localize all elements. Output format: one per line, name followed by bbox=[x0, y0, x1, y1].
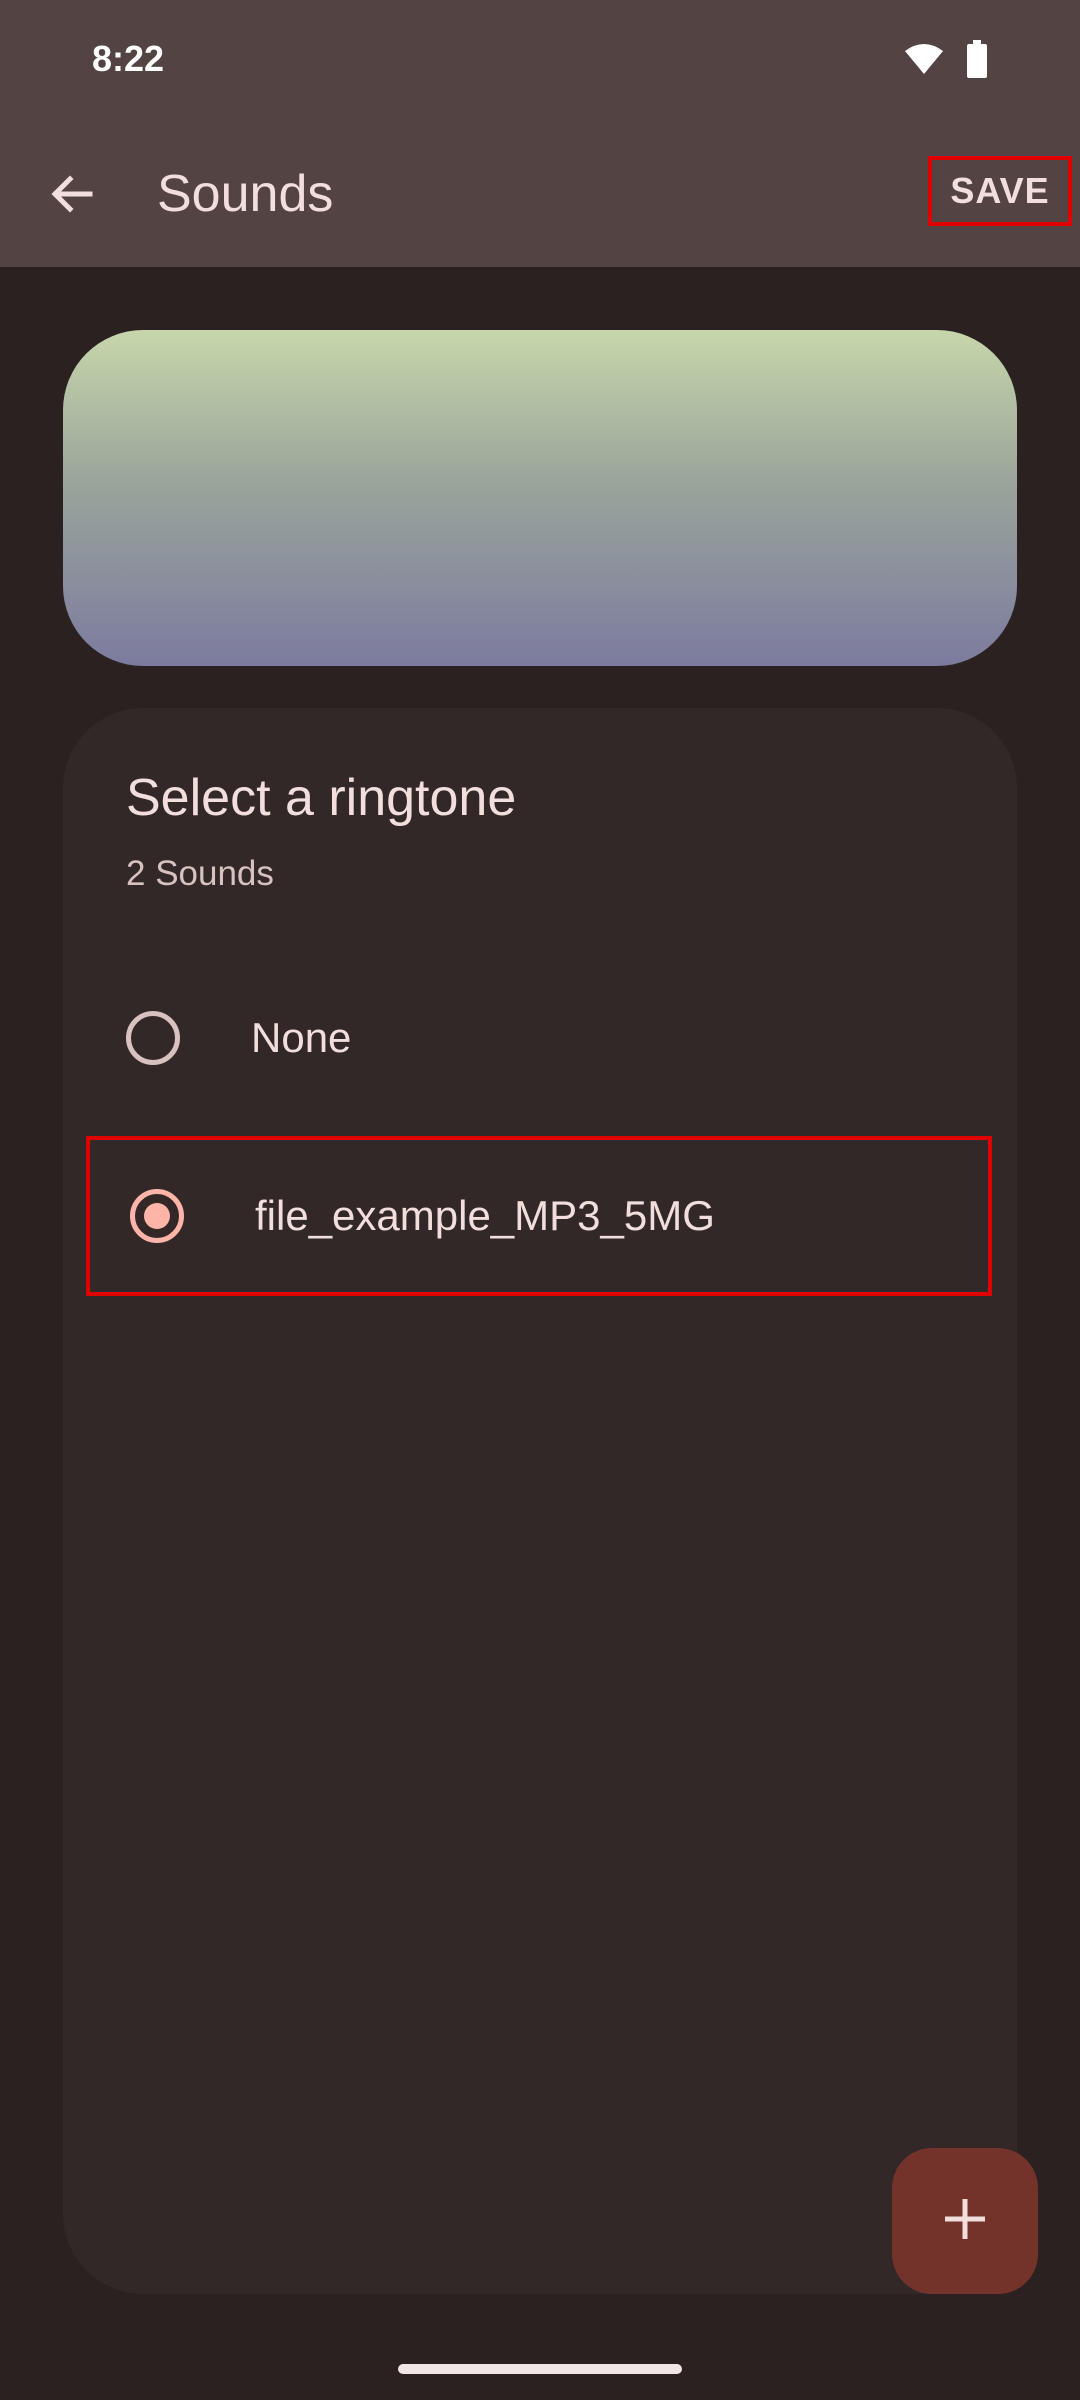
page-title: Sounds bbox=[157, 165, 334, 223]
radio-checked-icon[interactable] bbox=[130, 1189, 184, 1243]
sound-count: 2 Sounds bbox=[126, 854, 274, 893]
ringtone-option-file[interactable]: file_example_MP3_5MG bbox=[86, 1136, 992, 1296]
ringtone-card: Select a ringtone 2 Sounds None file_exa… bbox=[63, 708, 1017, 2294]
arrow-back-icon bbox=[48, 170, 96, 223]
radio-unchecked-icon[interactable] bbox=[126, 1011, 180, 1065]
app-bar: Sounds SAVE bbox=[0, 122, 1080, 267]
add-sound-button[interactable] bbox=[892, 2148, 1038, 2294]
screen: 8:22 Sounds SAVE Select a ringtone 2 Sou… bbox=[0, 0, 1080, 2400]
save-button[interactable]: SAVE bbox=[928, 156, 1072, 226]
wifi-icon bbox=[904, 43, 944, 80]
plus-icon bbox=[941, 2195, 989, 2248]
card-title: Select a ringtone bbox=[126, 769, 517, 827]
option-label: None bbox=[251, 1014, 352, 1061]
ringtone-option-none[interactable]: None bbox=[86, 958, 992, 1118]
option-label: file_example_MP3_5MG bbox=[255, 1192, 715, 1239]
home-indicator[interactable] bbox=[398, 2364, 682, 2374]
status-bar: 8:22 bbox=[0, 0, 1080, 122]
back-button[interactable] bbox=[30, 154, 114, 238]
ringtone-banner bbox=[63, 330, 1017, 666]
status-time: 8:22 bbox=[92, 38, 165, 79]
status-icons bbox=[904, 40, 988, 83]
battery-icon bbox=[966, 40, 988, 83]
